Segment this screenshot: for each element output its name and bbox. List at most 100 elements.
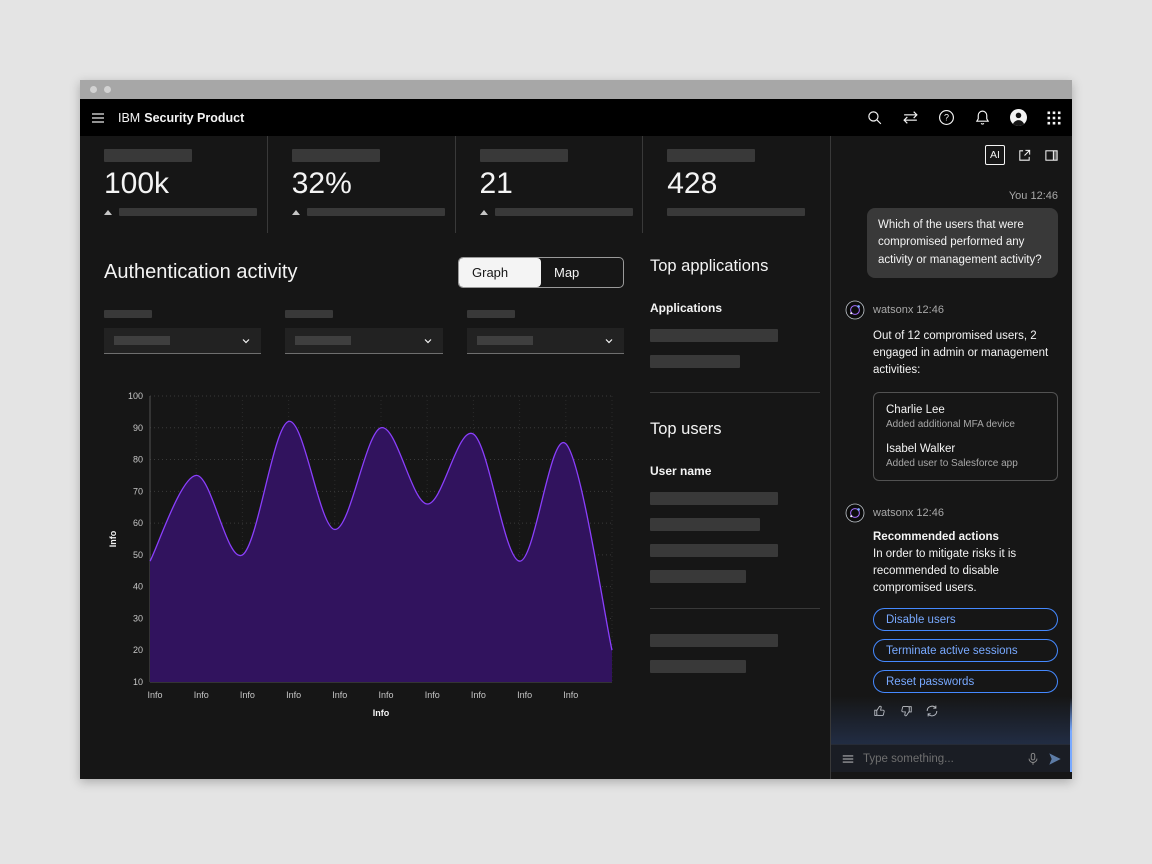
user-avatar-icon [1010, 109, 1027, 126]
skeleton-bar [292, 149, 380, 162]
switcher-option-graph[interactable]: Graph [459, 258, 541, 287]
filter-dropdown[interactable] [104, 328, 261, 354]
thumbs-down-button[interactable] [899, 704, 913, 718]
user-profile-button[interactable] [1000, 99, 1036, 136]
user-name: Charlie Lee [886, 404, 1045, 416]
chevron-down-icon [241, 336, 251, 346]
message-feedback-row [873, 704, 1058, 718]
bot-message-text: Out of 12 compromised users, 2 engaged i… [873, 328, 1058, 380]
microphone-icon [1026, 752, 1040, 766]
skeleton-bar [295, 336, 351, 345]
bot-message-heading: Recommended actions [873, 531, 1058, 543]
svg-text:30: 30 [133, 613, 143, 623]
svg-text:Info: Info [108, 530, 118, 547]
skeleton-bar [104, 149, 192, 162]
skeleton-bar [650, 570, 746, 583]
pop-out-icon [1017, 148, 1032, 163]
product-name: Security Product [144, 111, 244, 125]
chevron-down-icon [604, 336, 614, 346]
hamburger-icon [90, 110, 106, 126]
search-icon [866, 109, 883, 126]
svg-text:Info: Info [286, 690, 301, 700]
watsonx-avatar-icon [845, 300, 865, 320]
skeleton-bar [477, 336, 533, 345]
skeleton-bar [650, 355, 740, 368]
svg-text:80: 80 [133, 455, 143, 465]
app-header: IBM Security Product ? [80, 99, 1072, 136]
svg-text:Info: Info [194, 690, 209, 700]
area-chart-svg: 100908070605040302010InfoInfoInfoInfoInf… [104, 384, 624, 719]
app-window: IBM Security Product ? [80, 80, 1072, 779]
skeleton-bar [650, 634, 778, 647]
thumbs-up-button[interactable] [873, 704, 887, 718]
disable-users-button[interactable]: Disable users [873, 608, 1058, 631]
filter-dropdown[interactable] [285, 328, 442, 354]
svg-text:10: 10 [133, 677, 143, 687]
metric-card: 100k [80, 136, 267, 233]
metric-value: 100k [104, 169, 267, 199]
prompt-menu-button[interactable] [841, 752, 855, 766]
regenerate-button[interactable] [925, 704, 939, 718]
pop-out-button[interactable] [1017, 148, 1032, 163]
metric-value: 32% [292, 169, 455, 199]
microphone-button[interactable] [1026, 752, 1040, 766]
ai-label-badge[interactable]: AI [985, 145, 1005, 165]
top-applications-title: Top applications [650, 257, 820, 276]
ai-chat-panel: AI You 12:46 Which of the users that wer… [830, 136, 1072, 779]
thumbs-up-icon [873, 704, 887, 718]
hamburger-menu-button[interactable] [80, 99, 116, 136]
bot-message-text: In order to mitigate risks it is recomme… [873, 546, 1058, 598]
filter-dropdown[interactable] [467, 328, 624, 354]
metric-card: 21 [455, 136, 643, 233]
svg-text:100: 100 [128, 391, 143, 401]
brand-name: IBM [118, 111, 140, 125]
app-switcher-icon [1047, 111, 1061, 125]
metric-value: 21 [480, 169, 643, 199]
app-switcher-button[interactable] [1036, 99, 1072, 136]
applications-column-label: Applications [650, 301, 820, 315]
chat-panel-header: AI [831, 136, 1072, 174]
svg-text:40: 40 [133, 582, 143, 592]
skeleton-bar [650, 329, 778, 342]
menu-icon [841, 752, 855, 766]
input-accent-line [1070, 698, 1072, 772]
send-icon [1048, 752, 1062, 766]
recommended-actions: Disable users Terminate active sessions … [873, 608, 1058, 693]
svg-text:90: 90 [133, 423, 143, 433]
chat-message-list[interactable]: You 12:46 Which of the users that were c… [831, 174, 1072, 744]
switcher-option-map[interactable]: Map [541, 258, 623, 287]
user-message-meta: You 12:46 [845, 190, 1058, 202]
window-control-dot[interactable] [104, 86, 111, 93]
svg-text:50: 50 [133, 550, 143, 560]
chat-input[interactable] [863, 753, 1018, 765]
skeleton-bar [114, 336, 170, 345]
user-detail: Added additional MFA device [886, 419, 1045, 430]
top-users-title: Top users [650, 420, 820, 439]
side-panel-button[interactable] [1044, 148, 1059, 163]
username-column-label: User name [650, 464, 820, 478]
skeleton-bar [495, 208, 633, 216]
section-title: Authentication activity [104, 261, 297, 284]
trend-up-icon [104, 210, 112, 215]
arrows-horizontal-icon [902, 109, 919, 126]
send-button[interactable] [1048, 752, 1062, 766]
compromised-users-card: Charlie Lee Added additional MFA device … [873, 392, 1058, 481]
filters-row [104, 310, 624, 354]
window-control-dot[interactable] [90, 86, 97, 93]
help-button[interactable]: ? [928, 99, 964, 136]
svg-text:60: 60 [133, 518, 143, 528]
svg-text:20: 20 [133, 645, 143, 655]
reset-passwords-button[interactable]: Reset passwords [873, 670, 1058, 693]
arrows-horizontal-button[interactable] [892, 99, 928, 136]
skeleton-bar [650, 660, 746, 673]
notifications-button[interactable] [964, 99, 1000, 136]
side-panel-icon [1044, 148, 1059, 163]
skeleton-bar [285, 310, 333, 318]
user-detail: Added user to Salesforce app [886, 458, 1045, 469]
skeleton-bar [650, 544, 778, 557]
search-button[interactable] [856, 99, 892, 136]
metric-value: 428 [667, 169, 830, 199]
graph-map-switcher: Graph Map [458, 257, 624, 288]
skeleton-bar [307, 208, 445, 216]
terminate-sessions-button[interactable]: Terminate active sessions [873, 639, 1058, 662]
